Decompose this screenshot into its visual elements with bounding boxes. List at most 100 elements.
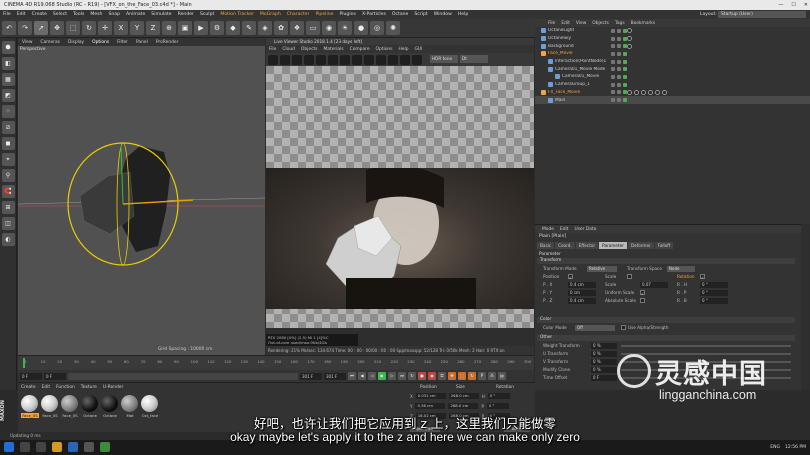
visibility-dot-icon[interactable]: [617, 36, 621, 41]
clay-mode-icon[interactable]: [364, 54, 374, 65]
menu-octane[interactable]: Octane: [389, 12, 412, 17]
menu-mograph[interactable]: MoGraph: [257, 12, 284, 17]
color-mode-select[interactable]: Off: [575, 325, 615, 331]
visibility-dot-icon[interactable]: [611, 90, 615, 95]
visibility-dot-icon[interactable]: [617, 59, 621, 64]
object-row[interactable]: OctaneSky: [535, 35, 810, 43]
visibility-dot-icon[interactable]: [611, 36, 615, 41]
previous-key-icon[interactable]: ◀: [358, 372, 366, 380]
object-row[interactable]: CameraGroup_1: [535, 81, 810, 89]
visibility-dot-icon[interactable]: [611, 44, 615, 49]
lock-resolution-icon[interactable]: [352, 54, 362, 65]
attr-menu-user-data[interactable]: User Data: [571, 227, 599, 232]
octane-icon[interactable]: ●: [354, 21, 368, 35]
menu-simulate[interactable]: Simulate: [148, 12, 174, 17]
undo-icon[interactable]: ↶: [2, 21, 16, 35]
loop-icon[interactable]: ↻: [408, 372, 416, 380]
menu-motion-tracker[interactable]: Motion Tracker: [217, 12, 257, 17]
clock[interactable]: 12:56 PM: [785, 445, 806, 450]
visibility-dot-icon[interactable]: [617, 98, 621, 103]
cube-icon[interactable]: ◆: [226, 21, 240, 35]
om-menu-bookmarks[interactable]: Bookmarks: [628, 21, 659, 26]
camera-icon[interactable]: ◉: [322, 21, 336, 35]
pick-focus-icon[interactable]: [340, 54, 350, 65]
end-frame-field[interactable]: 301 F: [300, 372, 322, 380]
mat-menu-edit[interactable]: Edit: [39, 385, 54, 390]
locked-workplane-icon[interactable]: ⊞: [1, 201, 15, 214]
object-row[interactable]: Interaction(PointNode)1: [535, 58, 810, 66]
subdivision-icon[interactable]: ◈: [258, 21, 272, 35]
tab-deformer[interactable]: Deformer: [627, 242, 654, 249]
om-menu-edit[interactable]: Edit: [558, 21, 573, 26]
tag-icon[interactable]: [662, 89, 667, 95]
attr-menu-mode[interactable]: Mode: [539, 227, 557, 232]
mat-menu-texture[interactable]: Texture: [78, 385, 100, 390]
coord-rotation-field[interactable]: 0 °: [487, 393, 510, 399]
visibility-flags[interactable]: [611, 36, 627, 41]
coord-rotation-field[interactable]: 0 °: [486, 403, 509, 409]
tag-icon[interactable]: [655, 89, 660, 95]
xparticles-icon[interactable]: ✺: [386, 21, 400, 35]
tag-icon[interactable]: [627, 28, 632, 34]
keyframe-selection-icon[interactable]: ⚿: [438, 372, 446, 380]
object-row[interactable]: Background: [535, 42, 810, 50]
menu-window[interactable]: Window: [431, 12, 455, 17]
visibility-dot-icon[interactable]: [623, 74, 627, 79]
viewport-menu-view[interactable]: View: [18, 40, 36, 45]
visibility-dot-icon[interactable]: [611, 98, 615, 103]
tag-icon[interactable]: [627, 43, 632, 49]
preview-end-field[interactable]: 301 F: [324, 372, 346, 380]
next-key-icon[interactable]: ▷: [388, 372, 396, 380]
menu-script[interactable]: Script: [411, 12, 430, 17]
menu-mesh[interactable]: Mesh: [87, 12, 105, 17]
render-settings-icon[interactable]: ⚙: [210, 21, 224, 35]
viewport-menu-prorender[interactable]: ProRender: [152, 40, 183, 45]
render-picture-viewer-icon[interactable]: ▶: [194, 21, 208, 35]
other-param-field[interactable]: 0 %: [591, 367, 617, 373]
make-editable-icon[interactable]: ⬢: [1, 41, 15, 54]
viewport-menu-cameras[interactable]: Cameras: [36, 40, 64, 45]
record-pla-icon[interactable]: ⁂: [488, 372, 496, 380]
octane-menu-help[interactable]: Help: [396, 47, 412, 52]
position-z-field[interactable]: 0.4 cm: [568, 298, 596, 304]
texture-mode-icon[interactable]: ▦: [1, 73, 15, 86]
pick-material-icon[interactable]: [328, 54, 338, 65]
visibility-flags[interactable]: [611, 51, 627, 56]
polygons-mode-icon[interactable]: ◼: [1, 137, 15, 150]
current-frame-field[interactable]: 0 F: [44, 372, 66, 380]
visibility-flags[interactable]: [611, 44, 627, 49]
visibility-dot-icon[interactable]: [617, 51, 621, 56]
mat-menu-create[interactable]: Create: [18, 385, 39, 390]
tweak-icon[interactable]: ⚲: [1, 169, 15, 182]
record-scale-icon[interactable]: ⬚: [458, 372, 466, 380]
menu-help[interactable]: Help: [455, 12, 471, 17]
pause-icon[interactable]: [304, 54, 314, 65]
menu-snap[interactable]: Snap: [105, 12, 123, 17]
menu-plugins[interactable]: Plugins: [336, 12, 358, 17]
layout-select[interactable]: Startup (User): [718, 11, 806, 18]
octane-menu-options[interactable]: Options: [373, 47, 396, 52]
menu-file[interactable]: File: [0, 12, 14, 17]
menu-pipeline[interactable]: Pipeline: [312, 12, 336, 17]
rotation-checkbox[interactable]: ✓: [700, 274, 705, 280]
menu-create[interactable]: Create: [29, 12, 50, 17]
object-row[interactable]: Camera01_Movie Mode: [535, 65, 810, 73]
om-menu-objects[interactable]: Objects: [589, 21, 612, 26]
playhead[interactable]: [23, 358, 25, 368]
tag-icon[interactable]: [627, 36, 632, 42]
menu-select[interactable]: Select: [50, 12, 70, 17]
uniform-scale-checkbox[interactable]: ✓: [640, 290, 645, 296]
rotation-b-field[interactable]: 0 °: [700, 298, 728, 304]
menu-sculpt[interactable]: Sculpt: [197, 12, 217, 17]
minimize-icon[interactable]: —: [778, 2, 783, 8]
tab-coord[interactable]: Coord.: [555, 242, 575, 249]
position-x-field[interactable]: 0.4 cm: [568, 282, 596, 288]
enable-axis-icon[interactable]: ⌖: [1, 153, 15, 166]
visibility-flags[interactable]: [611, 59, 627, 64]
visibility-dot-icon[interactable]: [617, 67, 621, 72]
object-row[interactable]: Face_Movie: [535, 50, 810, 58]
record-position-icon[interactable]: ✥: [448, 372, 456, 380]
tab-parameter[interactable]: Parameter: [599, 242, 627, 249]
rotate-icon[interactable]: ↻: [82, 21, 96, 35]
viewport-menu-panel[interactable]: Panel: [132, 40, 152, 45]
